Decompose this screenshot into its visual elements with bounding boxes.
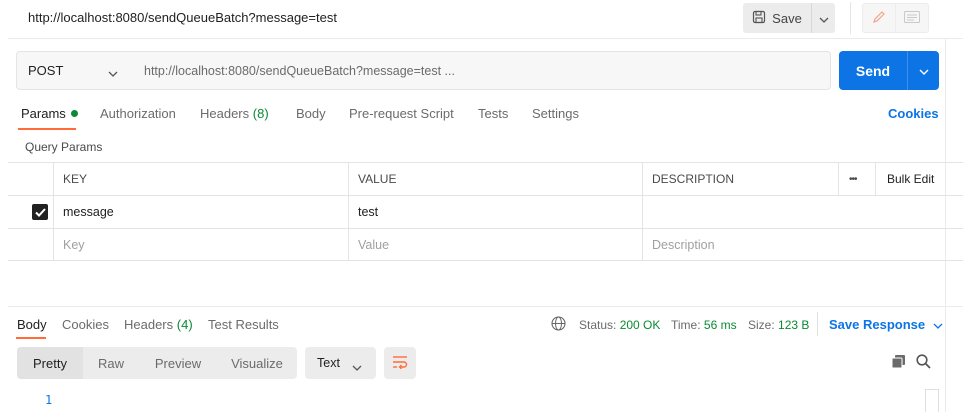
wrap-lines-icon [392,355,408,372]
save-icon [752,10,766,27]
chevron-down-icon [352,360,362,374]
view-mode-visualize[interactable]: Visualize [217,347,297,379]
row-checkbox[interactable] [8,196,53,228]
chevron-down-icon [933,317,943,332]
time-indicator[interactable]: Time: 56 ms [671,318,737,332]
response-tab-headers[interactable]: Headers (4) [124,317,193,332]
tab-params[interactable]: Params [21,106,78,121]
tab-prerequest-script[interactable]: Pre-request Script [349,106,454,121]
chevron-down-icon [919,63,929,78]
size-label: Size: [748,318,775,332]
response-tab-body[interactable]: Body [17,317,47,332]
tab-settings[interactable]: Settings [532,106,579,121]
param-key-cell[interactable]: message [53,196,348,228]
copy-icon[interactable] [891,354,906,372]
response-active-tab-indicator [16,337,46,339]
new-description-input[interactable]: Description [642,229,963,260]
documentation-button[interactable] [895,3,929,33]
response-tab-test-results[interactable]: Test Results [208,317,279,332]
save-label: Save [772,10,802,26]
param-value-cell[interactable]: test [348,196,643,228]
line-number: 1 [45,393,53,407]
more-options-button[interactable]: ••• [838,163,875,195]
globe-icon[interactable] [551,316,566,334]
view-mode-preview[interactable]: Preview [139,347,217,379]
toolbar-divider [850,2,851,34]
size-indicator[interactable]: Size: 123 B [748,318,809,332]
pencil-icon [872,10,886,27]
view-mode-raw[interactable]: Raw [83,347,139,379]
save-response-label: Save Response [829,317,926,332]
cookies-link[interactable]: Cookies [888,106,939,121]
time-label: Time: [671,318,701,332]
column-header-description: DESCRIPTION [642,163,838,195]
request-title: http://localhost:8080/sendQueueBatch?mes… [28,10,337,25]
active-tab-indicator [18,128,76,130]
response-headers-count: (4) [176,317,193,332]
search-icon[interactable] [916,354,931,372]
response-tab-cookies[interactable]: Cookies [62,317,109,332]
time-value: 56 ms [703,318,737,332]
tab-tests[interactable]: Tests [478,106,508,121]
table-row: message test [8,195,963,228]
format-select[interactable]: Text [305,347,376,379]
chevron-down-icon [108,65,118,80]
save-response-button[interactable]: Save Response [829,317,943,332]
params-indicator-dot [70,110,78,118]
table-row-new: Key Value Description [8,228,963,261]
edit-button[interactable] [862,3,896,33]
view-mode-pretty[interactable]: Pretty [17,347,83,379]
column-header-value: VALUE [348,163,643,195]
param-description-cell[interactable] [642,196,963,228]
status-label: Status: [579,318,617,332]
tab-params-label: Params [21,106,66,121]
tab-headers[interactable]: Headers (8) [200,106,269,121]
editor-scrollbar[interactable] [925,389,939,412]
view-mode-selector: Pretty Raw Preview Visualize [17,347,297,379]
status-indicator[interactable]: Status: 200 OK [579,318,660,332]
bulk-edit-button[interactable]: Bulk Edit [875,163,963,195]
method-label: POST [28,63,64,78]
status-divider [817,312,818,336]
query-params-label: Query Params [25,140,103,154]
method-select[interactable]: POST [16,51,133,90]
wrap-lines-button[interactable] [384,347,416,379]
send-button[interactable]: Send [839,51,907,90]
tab-headers-label: Headers [200,106,250,121]
tab-body[interactable]: Body [296,106,326,121]
column-header-key: KEY [53,163,348,195]
headers-count: (8) [252,106,269,121]
chevron-down-icon [819,11,829,26]
new-key-input[interactable]: Key [53,229,348,260]
table-header-row: KEY VALUE DESCRIPTION ••• Bulk Edit [8,162,963,195]
checkmark-icon [32,204,48,220]
header-divider [8,38,963,39]
send-options-button[interactable] [907,51,939,90]
document-icon [904,10,920,26]
response-tab-headers-label: Headers [124,317,174,332]
response-divider [8,306,963,307]
save-button[interactable]: Save [743,3,811,33]
tab-authorization[interactable]: Authorization [100,106,176,121]
save-options-button[interactable] [811,3,835,33]
status-value: 200 OK [619,318,661,332]
url-input[interactable]: http://localhost:8080/sendQueueBatch?mes… [132,51,831,90]
new-value-input[interactable]: Value [348,229,643,260]
size-value: 123 B [778,318,810,332]
format-label: Text [317,356,340,370]
